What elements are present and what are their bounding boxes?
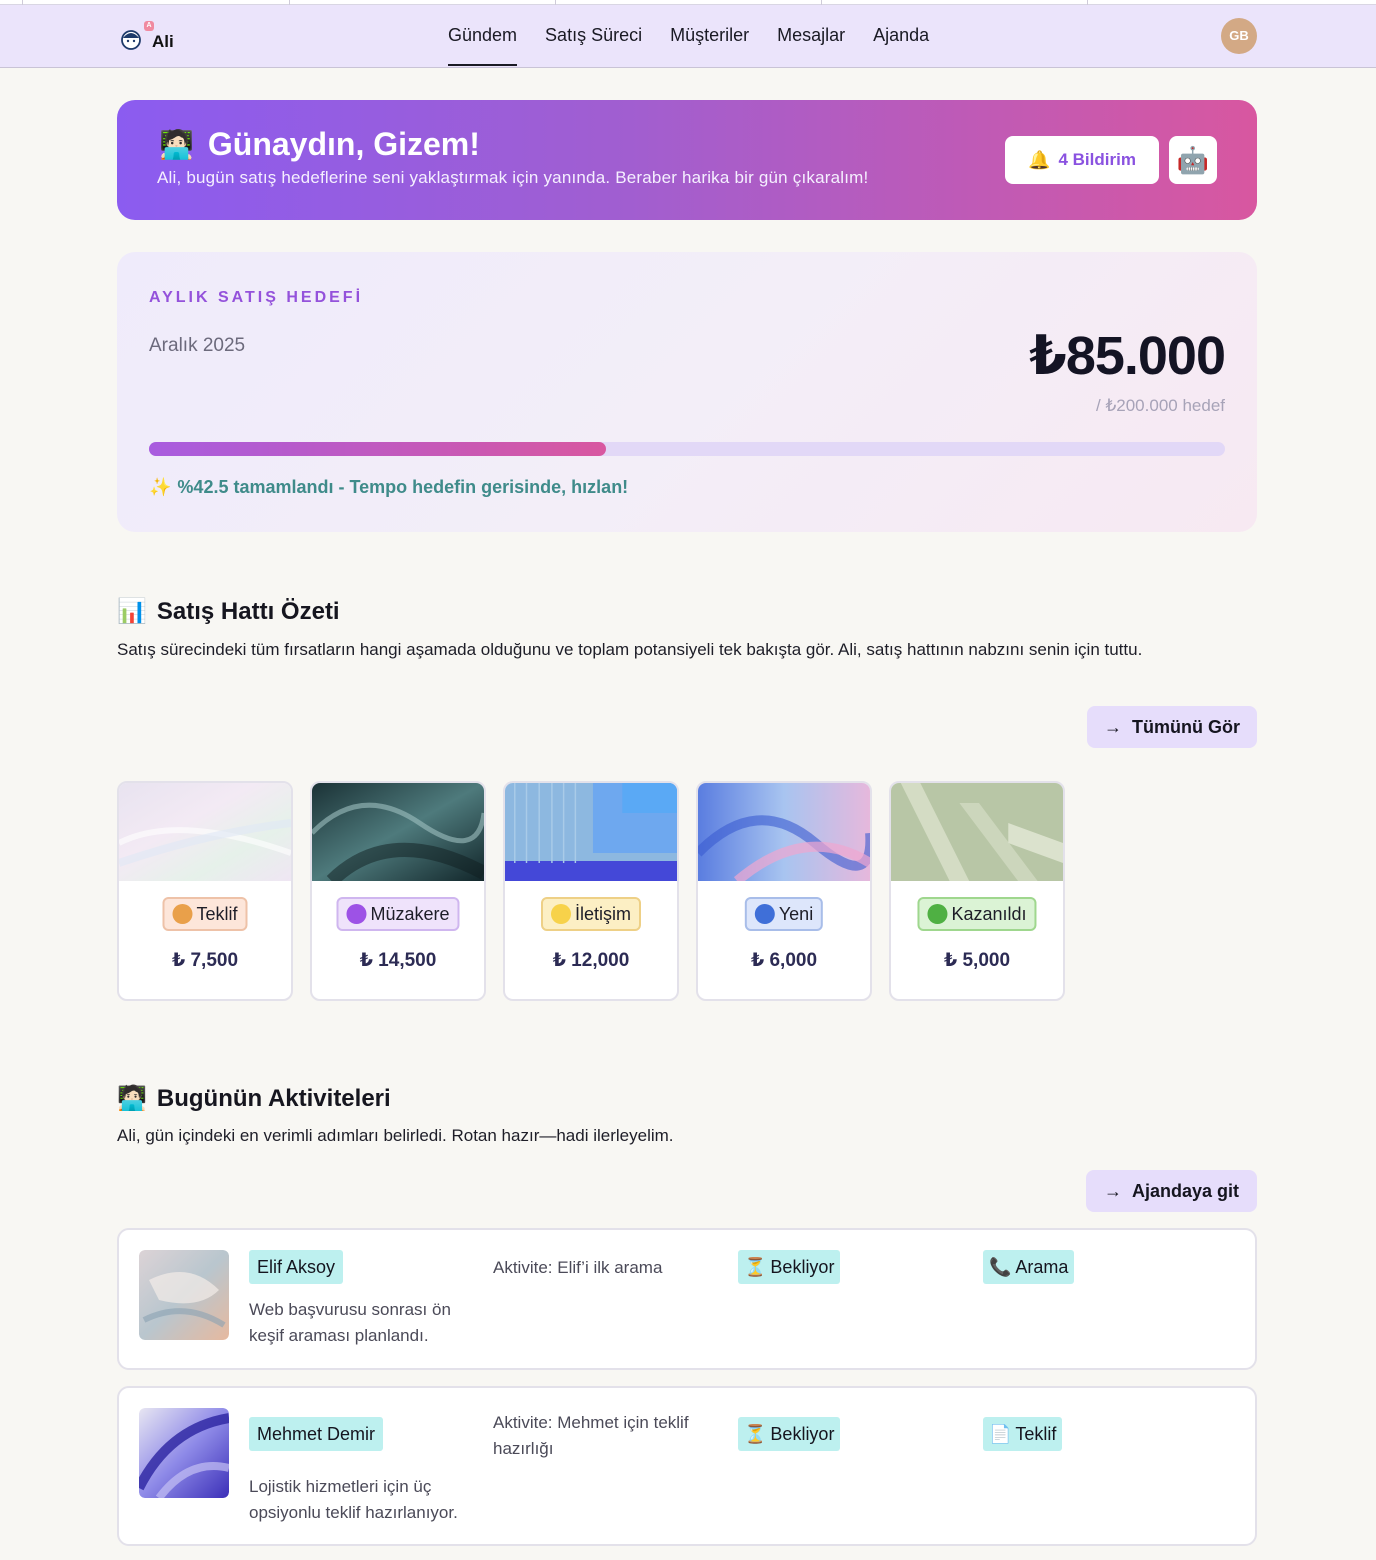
hourglass-icon: ⏳ xyxy=(744,1257,767,1277)
assistant-bot-button[interactable]: 🤖 xyxy=(1169,136,1217,184)
stage-badge: İletişim xyxy=(540,897,642,931)
goal-progress-bar xyxy=(149,442,1225,456)
yellow-circle-icon xyxy=(550,904,571,924)
activities-description: Ali, gün içindeki en verimli adımları be… xyxy=(117,1126,674,1145)
goal-progress-fill xyxy=(149,442,607,456)
greeting-subtitle: Ali, bugün satış hedeflerine seni yaklaş… xyxy=(157,168,869,187)
activities-title: 🧑🏻‍💻 Bugünün Aktiviteleri xyxy=(117,1084,391,1113)
go-to-agenda-label: Ajandaya git xyxy=(1131,1180,1240,1201)
activity-card[interactable]: Elif Aksoy Web başvurusu sonrası ön keşi… xyxy=(117,1228,1257,1370)
green-circle-icon xyxy=(927,904,948,924)
nav-satis-sureci[interactable]: Satış Süreci xyxy=(545,5,642,67)
stage-cover-image xyxy=(312,783,484,887)
stage-card-teklif[interactable]: Teklif ₺ 7,500 xyxy=(117,781,293,1001)
main-nav: Gündem Satış Süreci Müşteriler Mesajlar … xyxy=(448,5,957,67)
nav-mesajlar[interactable]: Mesajlar xyxy=(777,5,845,67)
stage-label: Yeni xyxy=(778,903,814,924)
nav-ajanda[interactable]: Ajanda xyxy=(873,5,929,67)
stage-label: Teklif xyxy=(196,903,238,924)
activity-description: Web başvurusu sonrası ön keşif araması p… xyxy=(249,1300,451,1345)
app-logo[interactable]: A Ali xyxy=(120,21,174,51)
view-all-button[interactable]: → Tümünü Gör xyxy=(1087,706,1257,748)
arrow-right-icon: → xyxy=(1104,716,1122,737)
pipeline-title: 📊 Satış Hattı Özeti xyxy=(117,597,340,626)
activity-type-label: Arama xyxy=(1015,1257,1069,1277)
notifications-button[interactable]: 🔔 4 Bildirim xyxy=(1005,136,1159,184)
stage-badge: Teklif xyxy=(162,897,248,931)
nav-gundem[interactable]: Gündem xyxy=(448,5,518,67)
logo-badge: A xyxy=(144,21,154,31)
blue-circle-icon xyxy=(754,904,775,924)
sparkles-icon: ✨ xyxy=(149,477,172,497)
activity-thumbnail xyxy=(139,1408,229,1498)
phone-icon: 📞 xyxy=(989,1257,1012,1277)
document-icon: 📄 xyxy=(989,1424,1012,1444)
activity-text: Aktivite: Mehmet için teklif hazırlığı xyxy=(493,1413,689,1458)
stage-value: ₺ 5,000 xyxy=(943,950,1011,971)
stage-cover-image xyxy=(119,783,291,881)
stage-value: ₺ 7,500 xyxy=(171,950,239,971)
pipeline-stages: Teklif ₺ 7,500 Müzakere ₺ 14,500 İletişi… xyxy=(117,781,1082,1001)
stage-badge: Yeni xyxy=(744,897,824,931)
status-label: Bekliyor xyxy=(770,1424,835,1444)
arrow-right-icon: → xyxy=(1103,1180,1122,1201)
nav-musteriler[interactable]: Müşteriler xyxy=(670,5,749,67)
activity-text: Aktivite: Elif’i ilk arama xyxy=(493,1258,663,1277)
stage-cover-image xyxy=(891,783,1063,881)
status-label: Bekliyor xyxy=(770,1257,835,1277)
monthly-goal-card: AYLIK SATIŞ HEDEFİ Aralık 2025 ₺85.000 /… xyxy=(117,252,1257,532)
stage-label: İletişim xyxy=(574,903,632,924)
goal-status: ✨ %42.5 tamamlandı - Tempo hedefin gerisi… xyxy=(149,477,628,498)
stage-label: Müzakere xyxy=(370,903,450,924)
bell-icon: 🔔 xyxy=(1028,149,1051,170)
stage-card-iletisim[interactable]: İletişim ₺ 12,000 xyxy=(503,781,679,1001)
activity-type-badge: 📄 Teklif xyxy=(983,1417,1063,1451)
orange-circle-icon xyxy=(172,904,193,924)
stage-label: Kazanıldı xyxy=(951,903,1027,924)
status-badge: ⏳ Bekliyor xyxy=(738,1250,841,1284)
activities-title-text: Bugünün Aktiviteleri xyxy=(156,1084,391,1112)
stage-value: ₺ 12,000 xyxy=(552,950,630,971)
technologist-icon: 🧑🏻‍💻 xyxy=(117,1085,147,1112)
activity-description: Lojistik hizmetleri için üç opsiyonlu te… xyxy=(249,1477,458,1522)
user-avatar[interactable]: GB xyxy=(1221,18,1257,54)
stage-badge: Müzakere xyxy=(336,897,460,931)
robot-icon: 🤖 xyxy=(1176,145,1210,175)
purple-circle-icon xyxy=(346,904,367,924)
stage-value: ₺ 6,000 xyxy=(750,950,818,971)
status-badge: ⏳ Bekliyor xyxy=(738,1417,841,1451)
stage-cover-image xyxy=(698,783,870,885)
hourglass-icon: ⏳ xyxy=(744,1424,767,1444)
greeting-banner: 🧑🏻‍💻 Günaydın, Gizem! Ali, bugün satış h… xyxy=(117,100,1257,220)
pipeline-description: Satış sürecindeki tüm fırsatların hangi … xyxy=(117,640,1143,659)
activity-type-badge: 📞 Arama xyxy=(983,1250,1075,1284)
top-navbar: A Ali Gündem Satış Süreci Müşteriler Mes… xyxy=(0,5,1376,68)
goal-period: Aralık 2025 xyxy=(149,335,246,356)
technologist-icon: 🧑🏻‍💻 xyxy=(159,129,194,160)
goal-amount: ₺85.000 xyxy=(1029,326,1226,386)
bar-chart-icon: 📊 xyxy=(117,598,147,625)
stage-cover-image xyxy=(505,783,677,881)
go-to-agenda-button[interactable]: → Ajandaya git xyxy=(1086,1170,1257,1212)
pipeline-title-text: Satış Hattı Özeti xyxy=(156,597,340,625)
stage-card-muzakere[interactable]: Müzakere ₺ 14,500 xyxy=(310,781,486,1001)
activity-thumbnail xyxy=(139,1250,229,1340)
activity-type-label: Teklif xyxy=(1015,1424,1057,1444)
stage-value: ₺ 14,500 xyxy=(359,950,437,971)
goal-status-text: %42.5 tamamlandı - Tempo hedefin gerisin… xyxy=(177,477,629,497)
goal-label: AYLIK SATIŞ HEDEFİ xyxy=(149,289,364,306)
notifications-label: 4 Bildirim xyxy=(1058,150,1136,169)
stage-badge: Kazanıldı xyxy=(917,897,1037,931)
stage-card-kazanildi[interactable]: Kazanıldı ₺ 5,000 xyxy=(889,781,1065,1001)
logo-text: Ali xyxy=(152,32,174,51)
logo-face-icon xyxy=(120,27,142,51)
stage-card-yeni[interactable]: Yeni ₺ 6,000 xyxy=(696,781,872,1001)
goal-target: / ₺200.000 hedef xyxy=(1096,396,1225,415)
greeting-title: 🧑🏻‍💻 Günaydın, Gizem! xyxy=(159,126,480,163)
view-all-label: Tümünü Gör xyxy=(1132,716,1240,737)
contact-name-tag[interactable]: Elif Aksoy xyxy=(249,1250,344,1284)
greeting-title-text: Günaydın, Gizem! xyxy=(207,126,480,162)
contact-name-tag[interactable]: Mehmet Demir xyxy=(249,1417,384,1451)
activity-card[interactable]: Mehmet Demir Lojistik hizmetleri için üç… xyxy=(117,1386,1257,1546)
